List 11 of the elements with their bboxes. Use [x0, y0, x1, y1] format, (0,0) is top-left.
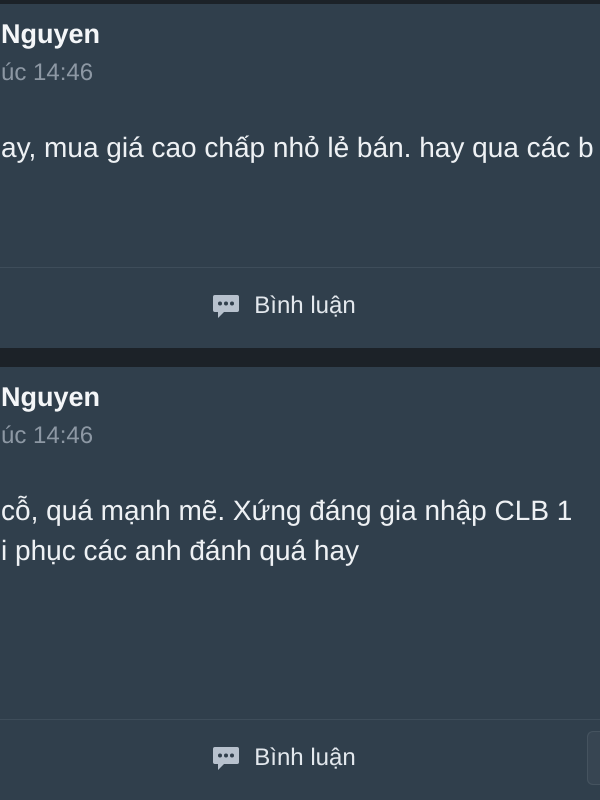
comment-button[interactable]: Bình luận [213, 740, 356, 776]
post-text-line: cỗ, quá mạnh mẽ. Xứng đáng gia nhập CLB 1 [1, 494, 572, 528]
comment-button[interactable]: Bình luận [213, 288, 356, 324]
author-name[interactable]: Nguyen [1, 381, 100, 413]
speech-bubble-icon [213, 746, 240, 770]
post-time: úc 14:46 [1, 58, 94, 88]
post-text-line: ay, mua giá cao chấp nhỏ lẻ bán. hay qua các b [1, 131, 594, 165]
speech-bubble-icon [213, 294, 240, 318]
post-time: úc 14:46 [1, 421, 94, 451]
post-text-line: i phục các anh đánh quá hay [1, 534, 360, 568]
author-name[interactable]: Nguyen [1, 18, 100, 50]
